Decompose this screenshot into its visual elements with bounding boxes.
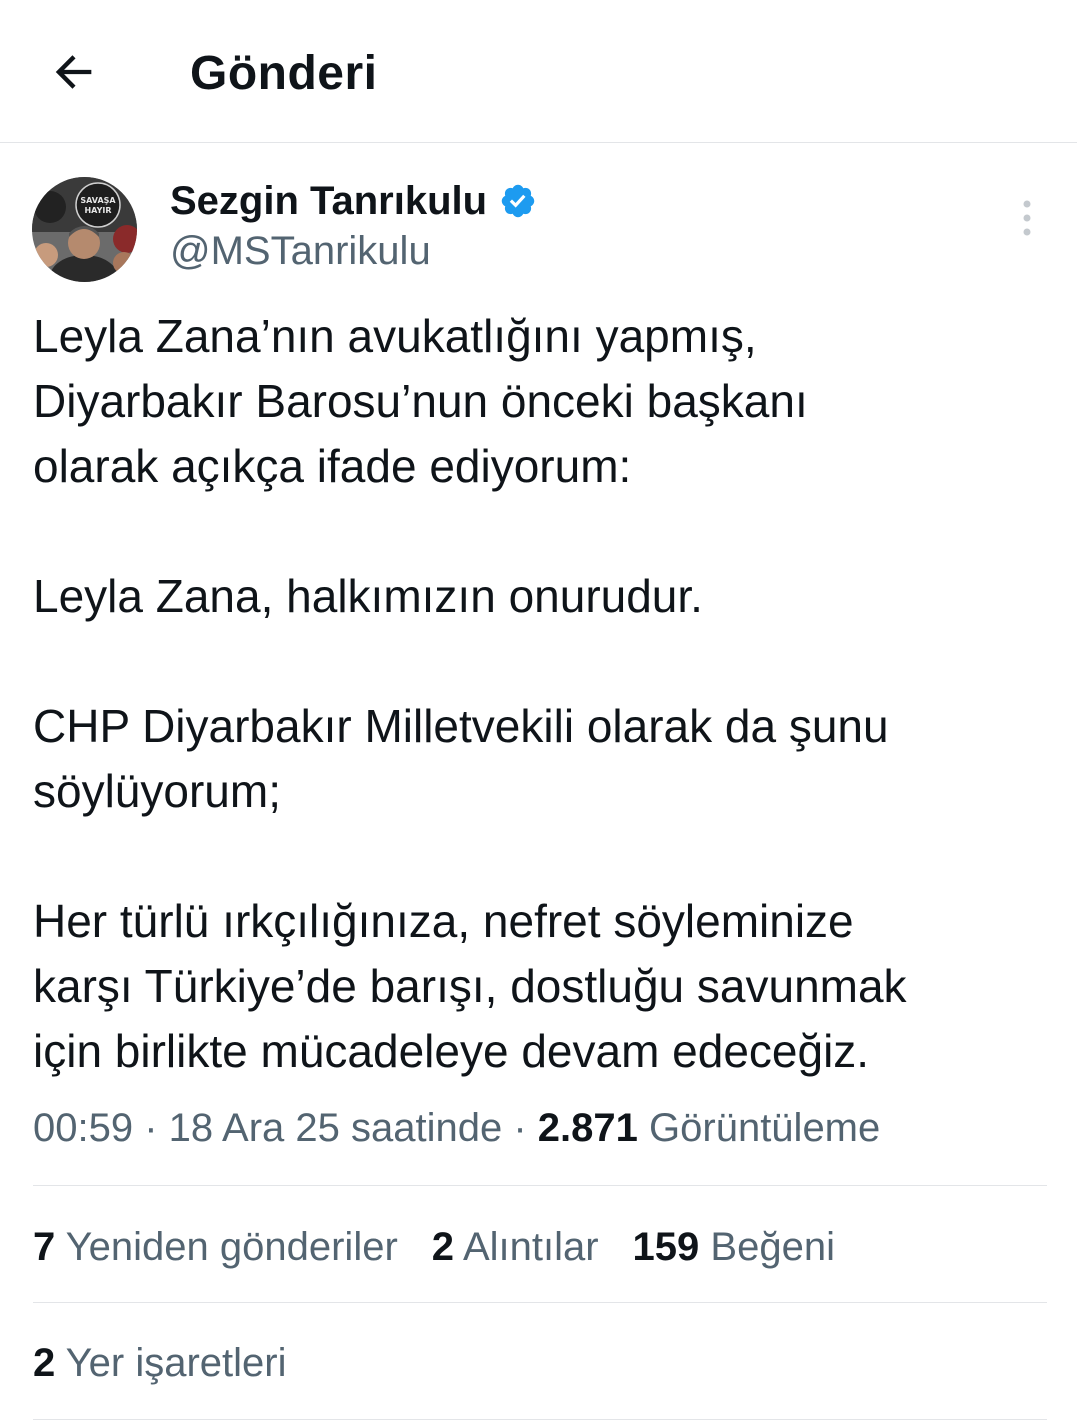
more-options-icon[interactable] [1008, 198, 1046, 238]
svg-text:SAVAŞA: SAVAŞA [80, 196, 116, 205]
bookmarks-count: 2 [33, 1341, 56, 1385]
engagement-stats: 7 Yeniden gönderiler 2 Alıntılar 159 Beğ… [33, 1222, 869, 1272]
svg-text:HAYIR: HAYIR [84, 206, 111, 215]
author-name-row: Sezgin Tanrıkulu [170, 178, 537, 224]
likes-stat[interactable]: 159 Beğeni [633, 1222, 835, 1272]
tweet-date[interactable]: 18 Ara 25 saatinde [169, 1106, 503, 1150]
author-display-name[interactable]: Sezgin Tanrıkulu [170, 178, 487, 224]
arrow-left-icon[interactable] [48, 46, 100, 98]
views-label: Görüntüleme [637, 1106, 881, 1150]
likes-count: 159 [632, 1225, 700, 1269]
divider [33, 1185, 1047, 1186]
reposts-stat[interactable]: 7 Yeniden gönderiler [33, 1222, 398, 1272]
meta-separator: · [502, 1106, 538, 1150]
verified-badge-icon [499, 182, 537, 220]
likes-label: Beğeni [699, 1225, 835, 1269]
quotes-count: 2 [431, 1225, 455, 1269]
divider [33, 1419, 1047, 1420]
divider [33, 1302, 1047, 1303]
author-handle[interactable]: @MSTanrikulu [170, 228, 431, 274]
tweet-meta: 00:59 · 18 Ara 25 saatinde · 2.871 Görün… [33, 1103, 880, 1153]
quotes-label: Alıntılar [454, 1225, 599, 1269]
bookmarks-label: Yer işaretleri [55, 1341, 287, 1385]
top-bar: Gönderi [0, 0, 1077, 143]
views-count: 2.871 [537, 1106, 638, 1150]
reposts-label: Yeniden gönderiler [55, 1225, 398, 1269]
tweet-text: Leyla Zana’nın avukatlığını yapmış, Diya… [33, 310, 907, 1077]
tweet-time[interactable]: 00:59 [33, 1106, 133, 1150]
quotes-stat[interactable]: 2 Alıntılar [432, 1222, 599, 1272]
bookmarks-stat[interactable]: 2 Yer işaretleri [33, 1338, 286, 1388]
avatar[interactable]: SAVAŞA HAYIR [32, 177, 137, 282]
meta-separator: · [133, 1106, 169, 1150]
reposts-count: 7 [33, 1225, 56, 1269]
page-title: Gönderi [190, 47, 378, 100]
